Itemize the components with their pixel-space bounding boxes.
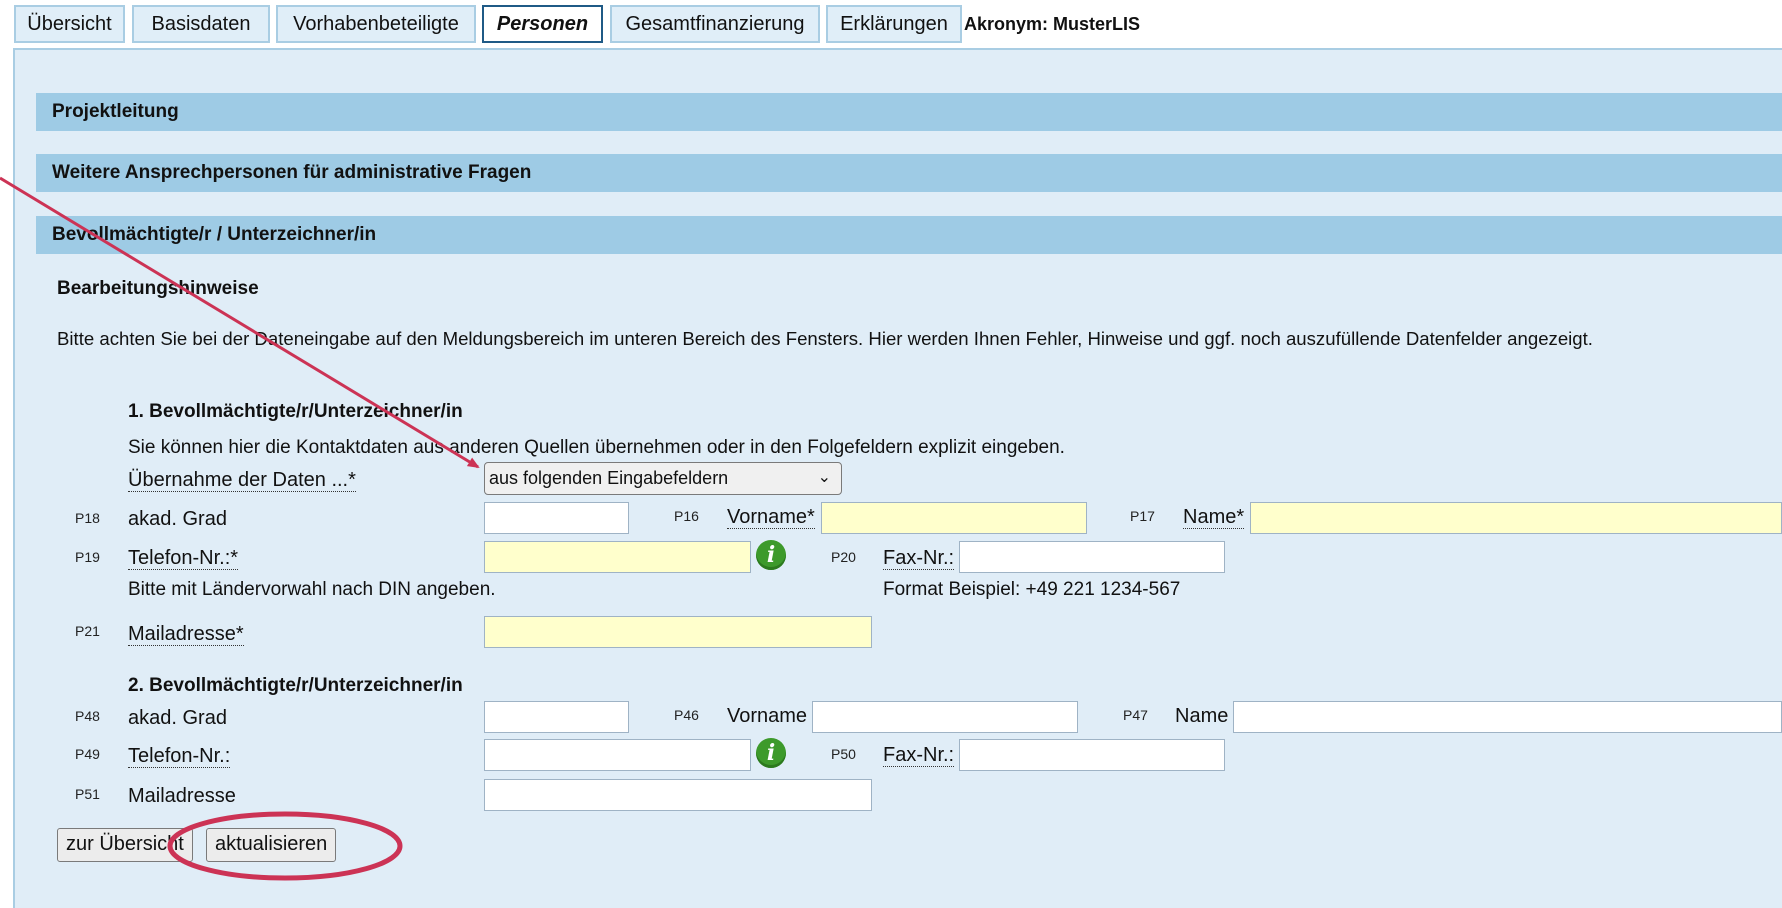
annotation-ellipse [167, 811, 403, 881]
annotation-overlay [0, 176, 480, 881]
annotation-arrow [0, 176, 480, 469]
